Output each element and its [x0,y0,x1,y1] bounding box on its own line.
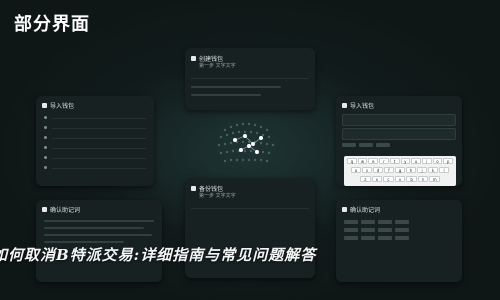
key[interactable]: b [406,176,417,182]
panel-import-wallet-left: 导入钱包 [36,96,154,186]
key[interactable]: o [432,158,443,164]
option-button[interactable] [376,143,390,147]
keyboard-row-2: a s d f g h j k l [351,167,449,173]
word-chip[interactable] [378,228,392,232]
list-bullet [44,156,47,159]
divider [191,78,309,79]
panel-title: 导入钱包 [50,103,75,110]
panel-subtitle: 第一步 文字文字 [199,193,236,199]
word-chip[interactable] [344,228,358,232]
key[interactable]: e [368,158,379,164]
panel-title: 导入钱包 [350,103,375,110]
word-chip[interactable] [361,228,375,232]
mnemonic-input[interactable] [342,114,456,126]
word-chip-row [344,228,409,232]
key[interactable]: l [439,167,449,173]
key[interactable]: u [411,158,421,164]
key[interactable]: q [347,158,357,164]
keyboard-row-3: z x c v b n m [360,176,441,182]
divider [191,208,309,209]
wallet-icon [191,56,196,61]
key[interactable]: i [421,158,432,164]
word-chip[interactable] [395,228,409,232]
placeholder-line [44,220,154,222]
list-item[interactable] [52,118,146,119]
key[interactable]: k [428,167,438,173]
panel-confirm-mnemonic-left: 确认助记词 [36,200,162,282]
key[interactable]: f [384,167,394,173]
key[interactable]: y [400,158,411,164]
word-chip[interactable] [361,220,375,224]
option-button[interactable] [342,143,356,147]
wallet-icon [191,186,196,191]
onscreen-keyboard: q w e r t y u i o p a s d f g h j k l z … [344,156,456,186]
key[interactable]: h [406,167,416,173]
placeholder-line [44,241,124,243]
list-item[interactable] [52,128,146,129]
word-chip[interactable] [344,236,358,240]
key[interactable]: x [371,176,383,182]
key[interactable]: a [351,167,361,173]
key[interactable]: w [357,158,368,164]
panel-title: 确认助记词 [50,207,81,214]
key[interactable]: j [417,167,427,173]
wallet-icon [42,103,47,108]
word-chip[interactable] [378,236,392,240]
password-input[interactable] [342,128,456,140]
wallet-icon [342,207,347,212]
list-item[interactable] [52,158,146,159]
placeholder-line [191,94,261,96]
word-chip[interactable] [378,220,392,224]
button-row [342,143,390,147]
page-title: 部分界面 [14,14,90,35]
list-item[interactable] [52,168,146,169]
list-item[interactable] [52,148,146,149]
key[interactable]: n [417,176,429,182]
keyboard-row-1: q w e r t y u i o p [347,158,454,164]
list-bullet [44,146,47,149]
key[interactable]: r [379,158,389,164]
placeholder-line [44,234,152,236]
key[interactable]: c [383,176,394,182]
list-item[interactable] [52,138,146,139]
word-chip-row [344,220,409,224]
panel-title: 确认助记词 [350,207,381,214]
wallet-icon [42,207,47,212]
list-bullet [44,166,47,169]
word-chip-row [344,236,409,240]
placeholder-line [191,86,281,88]
word-chip[interactable] [395,220,409,224]
key[interactable]: d [373,167,383,173]
placeholder-line [44,227,144,229]
list-bullet [44,116,47,119]
panel-confirm-mnemonic-right: 确认助记词 [336,200,462,282]
key[interactable]: v [394,176,406,182]
dotted-globe-graphic [217,122,275,163]
option-button[interactable] [359,143,373,147]
word-chip[interactable] [344,220,358,224]
list-bullet [44,126,47,129]
key[interactable]: z [360,176,371,182]
word-chip[interactable] [361,236,375,240]
key[interactable]: p [443,158,454,164]
word-chip[interactable] [395,236,409,240]
watermark-caption: 如何取消B特派交易:详细指南与常见问题解答 [0,246,317,264]
key[interactable]: t [389,158,400,164]
wallet-icon [342,103,347,108]
key[interactable]: m [429,176,441,182]
key[interactable]: s [362,167,372,173]
list-bullet [44,136,47,139]
key[interactable]: g [395,167,405,173]
panel-subtitle: 第一步 文字文字 [199,63,236,69]
